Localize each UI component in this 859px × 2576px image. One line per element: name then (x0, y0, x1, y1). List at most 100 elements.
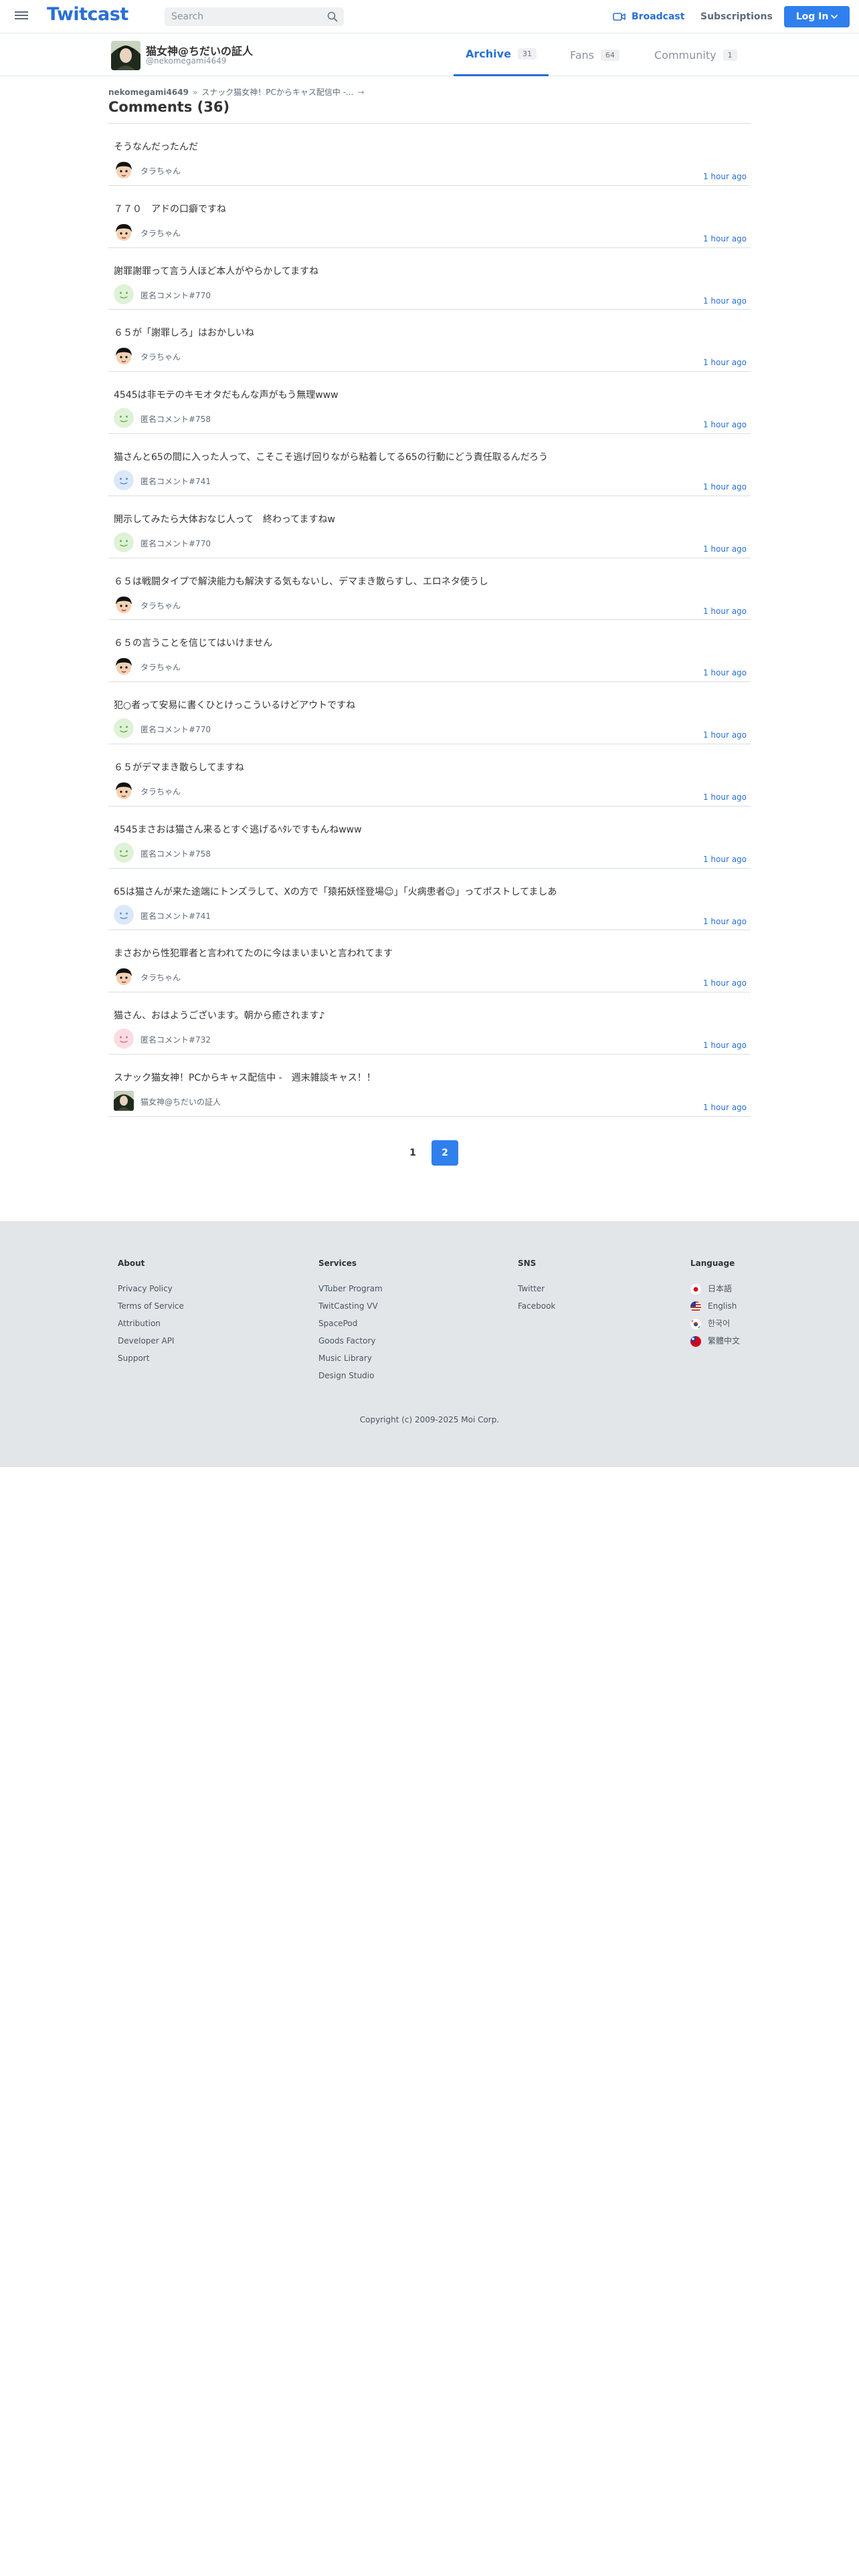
profile-avatar[interactable] (111, 41, 140, 70)
comment-time[interactable]: 1 hour ago (703, 855, 747, 864)
search-icon[interactable] (327, 11, 338, 22)
footer-link[interactable]: SpacePod (318, 1319, 383, 1336)
footer-link[interactable]: English (690, 1301, 740, 1319)
comment-user[interactable]: タラちゃん (140, 786, 181, 797)
comment-item: ７７０ アドの口癖ですね タラちゃん 1 hour ago (108, 186, 751, 248)
comment-avatar[interactable] (114, 1029, 134, 1049)
tab-archive-label: Archive (466, 47, 511, 60)
footer-link[interactable]: 한국어 (690, 1319, 740, 1336)
footer-link[interactable]: Music Library (318, 1354, 383, 1371)
comment-avatar[interactable] (114, 656, 134, 677)
breadcrumb-movie[interactable]: スナック猫女神！PCからキャス配信中 -... (201, 86, 353, 98)
page-button-2[interactable]: 2 (432, 1140, 458, 1166)
broadcast-label: Broadcast (632, 11, 685, 22)
footer-link-label: 繁體中文 (708, 1336, 741, 1346)
comment-user[interactable]: 匿名コメント#770 (140, 290, 211, 301)
comment-user[interactable]: タラちゃん (140, 351, 181, 362)
comment-time[interactable]: 1 hour ago (703, 296, 747, 306)
footer-link[interactable]: Twitter (518, 1284, 555, 1301)
comment-time[interactable]: 1 hour ago (703, 668, 747, 677)
comment-time[interactable]: 1 hour ago (703, 607, 747, 616)
comment-avatar[interactable] (114, 408, 134, 429)
comment-user[interactable]: 猫女神@ちだいの証人 (140, 1096, 221, 1107)
login-button[interactable]: Log In (784, 6, 850, 27)
comment-user[interactable]: 匿名コメント#741 (140, 910, 211, 922)
footer-link-label: Support (118, 1354, 150, 1363)
comment-user[interactable]: 匿名コメント#770 (140, 538, 211, 549)
comment-time[interactable]: 1 hour ago (703, 978, 747, 988)
footer-link-label: Goods Factory (318, 1336, 376, 1346)
comment-time[interactable]: 1 hour ago (703, 482, 747, 492)
comment-time[interactable]: 1 hour ago (703, 172, 747, 181)
profile-header: 猫女神@ちだいの証人 @nekomegami4649 Archive 31 Fa… (0, 33, 859, 76)
comment-user[interactable]: 匿名コメント#758 (140, 413, 211, 425)
comment-avatar[interactable] (114, 346, 134, 366)
footer-link-label: Attribution (118, 1319, 161, 1328)
comment-list: そうなんだったんだ タラちゃん 1 hour ago ７７０ アドの口癖ですね タラちゃ… (108, 124, 751, 1117)
comment-item: 謝罪謝罪って言う人ほど本人がやらかしてますね 匿名コメント#770 1 hour a… (108, 248, 751, 310)
comment-text: 65は猫さんが来た途端にトンズラして、Xの方で「猿拓妖怪登場☺」「火病患者☺」っ… (114, 886, 557, 897)
comment-avatar[interactable] (114, 780, 134, 800)
tab-fans[interactable]: Fans 64 (570, 33, 620, 76)
comment-user[interactable]: タラちゃん (140, 600, 181, 611)
comment-time[interactable]: 1 hour ago (703, 1041, 747, 1050)
comment-user[interactable]: タラちゃん (140, 972, 181, 983)
comment-time[interactable]: 1 hour ago (703, 234, 747, 243)
footer-link[interactable]: Facebook (518, 1301, 555, 1319)
comment-item: 犯○者って安易に書くひとけっこういるけどアウトですね 匿名コメント#770 1 ho… (108, 682, 751, 744)
footer-link-label: Privacy Policy (118, 1284, 173, 1293)
footer-link[interactable]: Terms of Service (118, 1301, 184, 1319)
footer-link-label: English (708, 1301, 737, 1311)
comment-time[interactable]: 1 hour ago (703, 358, 747, 367)
comment-time[interactable]: 1 hour ago (703, 792, 747, 802)
comment-avatar[interactable] (114, 904, 134, 925)
comment-user[interactable]: タラちゃん (140, 661, 181, 673)
footer-link[interactable]: VTuber Program (318, 1284, 383, 1301)
flag-us-icon (690, 1301, 701, 1312)
page-button-1[interactable]: 1 (399, 1140, 426, 1166)
footer-link[interactable]: Privacy Policy (118, 1284, 184, 1301)
brand-logo[interactable]: Twitcast (47, 4, 128, 25)
comment-item: 猫さんと65の間に入った人って、こそこそ逃げ回りながら粘着してる65の行動にどう… (108, 434, 751, 496)
comment-avatar[interactable] (114, 284, 134, 304)
comment-user[interactable]: 匿名コメント#741 (140, 475, 211, 487)
footer-link[interactable]: TwitCasting VV (318, 1301, 383, 1319)
footer-link[interactable]: Attribution (118, 1319, 184, 1336)
tab-community[interactable]: Community 1 (654, 33, 737, 76)
comment-avatar[interactable] (114, 718, 134, 739)
footer-link[interactable]: 繁體中文 (690, 1336, 740, 1354)
comment-user[interactable]: タラちゃん (140, 165, 181, 177)
comment-user[interactable]: 匿名コメント#732 (140, 1034, 211, 1045)
comment-avatar[interactable] (114, 160, 134, 180)
footer-link[interactable]: Developer API (118, 1336, 184, 1354)
comment-time[interactable]: 1 hour ago (703, 730, 747, 740)
comment-avatar[interactable] (114, 966, 134, 987)
footer-link[interactable]: 日本語 (690, 1284, 740, 1301)
page-title: Comments (36) (108, 99, 230, 115)
comment-avatar[interactable] (114, 594, 134, 615)
comment-text: ６５が「謝罪しろ」はおかしいね (114, 328, 254, 339)
comment-time[interactable]: 1 hour ago (703, 544, 747, 554)
footer-link[interactable]: Support (118, 1354, 184, 1371)
breadcrumb-user[interactable]: nekomegami4649 (108, 88, 189, 97)
footer-link[interactable]: Goods Factory (318, 1336, 383, 1354)
comment-user[interactable]: 匿名コメント#758 (140, 848, 211, 859)
comment-avatar[interactable] (114, 842, 134, 863)
comment-time[interactable]: 1 hour ago (703, 917, 747, 926)
comment-avatar[interactable] (114, 469, 134, 490)
broadcast-button[interactable]: Broadcast (613, 9, 684, 24)
comment-time[interactable]: 1 hour ago (703, 1103, 747, 1112)
comment-user[interactable]: 匿名コメント#770 (140, 724, 211, 735)
footer-heading: Services (318, 1259, 357, 1268)
tab-archive[interactable]: Archive 31 (454, 33, 549, 76)
hamburger-icon[interactable] (13, 9, 29, 23)
tab-community-count: 1 (723, 49, 737, 61)
search-input[interactable] (171, 10, 318, 23)
comment-time[interactable]: 1 hour ago (703, 420, 747, 429)
comment-avatar[interactable] (114, 221, 134, 242)
footer-link[interactable]: Design Studio (318, 1371, 383, 1388)
comment-user[interactable]: タラちゃん (140, 227, 181, 239)
comment-avatar[interactable] (114, 532, 134, 552)
comment-avatar[interactable] (114, 1090, 134, 1111)
subscriptions-link[interactable]: Subscriptions (700, 9, 773, 24)
